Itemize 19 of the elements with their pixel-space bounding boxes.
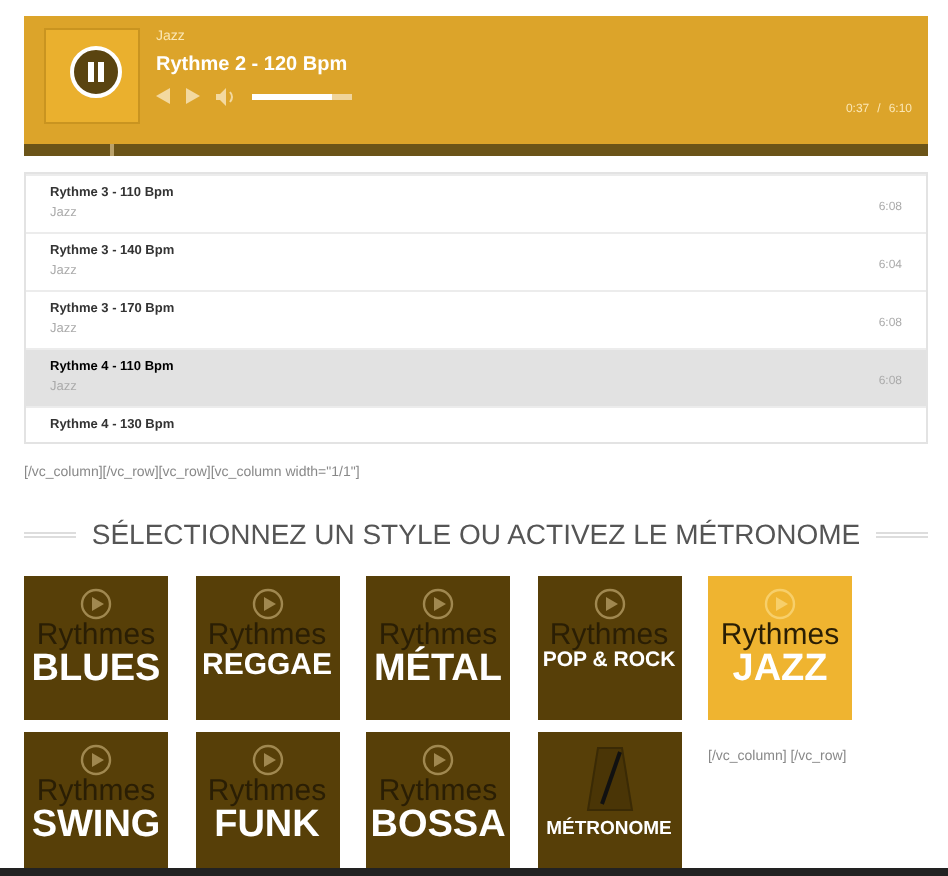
next-icon[interactable] <box>186 88 200 104</box>
volume-slider[interactable] <box>252 93 352 99</box>
play-icon <box>422 743 454 775</box>
track-title: Rythme 2 - 120 Bpm <box>156 51 350 79</box>
style-tile[interactable]: Rythmes JAZZ <box>708 575 852 719</box>
play-icon <box>251 743 283 775</box>
play-icon <box>764 587 796 619</box>
play-icon <box>80 743 112 775</box>
pause-icon <box>86 62 106 82</box>
section-heading: SÉLECTIONNEZ UN STYLE OU ACTIVEZ LE MÉTRONOME <box>91 515 861 553</box>
previous-icon[interactable] <box>156 88 170 104</box>
play-icon <box>251 587 283 619</box>
play-icon <box>80 587 112 619</box>
style-tile[interactable]: Rythmes POP & ROCK <box>537 575 681 719</box>
play-icon <box>593 587 625 619</box>
progress-bar[interactable] <box>24 144 928 156</box>
play-pause-button[interactable] <box>70 46 122 98</box>
volume-icon[interactable] <box>216 87 236 105</box>
metronome-icon <box>585 743 633 811</box>
